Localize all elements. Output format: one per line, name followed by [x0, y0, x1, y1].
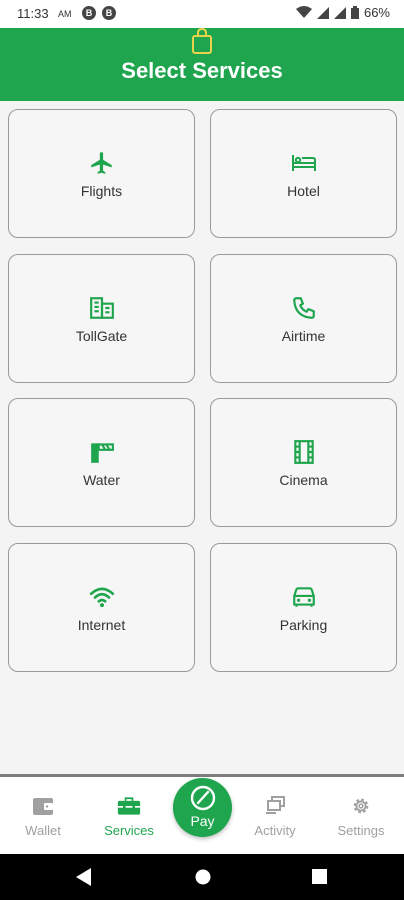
service-label: Parking [279, 617, 328, 633]
back-icon[interactable] [76, 868, 92, 886]
notification-badge-icon: B [102, 6, 116, 20]
status-indicators: 66% [295, 5, 390, 20]
service-label: TollGate [75, 328, 128, 344]
page-title: Select Services [121, 58, 283, 83]
cell-signal-icon [333, 6, 346, 19]
service-label: Hotel [287, 183, 320, 199]
hotel-bed-icon [291, 155, 316, 171]
service-tile-parking[interactable]: Parking [210, 543, 397, 672]
wifi-icon [89, 587, 114, 608]
service-tile-hotel[interactable]: Hotel [210, 109, 397, 238]
nav-item-settings[interactable]: Settings [321, 777, 401, 854]
car-icon [292, 587, 315, 607]
notification-badge-icon: B [82, 6, 96, 20]
nav-item-services[interactable]: Services [89, 777, 169, 854]
service-label: Water [83, 472, 120, 488]
app-header: Select Services [0, 28, 404, 101]
service-tile-flights[interactable]: Flights [8, 109, 195, 238]
film-icon [293, 440, 314, 464]
nav-label: Services [104, 823, 154, 838]
water-tap-icon [90, 443, 114, 463]
nav-label: Activity [254, 823, 296, 838]
phone-icon [292, 297, 315, 319]
service-tile-water[interactable]: Water [8, 398, 195, 527]
pay-button[interactable]: Pay [173, 778, 232, 837]
service-label: Cinema [279, 472, 328, 488]
service-tile-internet[interactable]: Internet [8, 543, 195, 672]
gear-icon [353, 798, 369, 814]
pay-label: Pay [190, 813, 215, 829]
system-nav-bar [0, 854, 404, 900]
airplane-icon [90, 152, 112, 174]
service-label: Flights [80, 183, 123, 199]
status-time: 11:33 [17, 6, 49, 21]
wallet-icon [33, 798, 53, 815]
home-icon[interactable] [195, 869, 211, 885]
service-tile-tollgate[interactable]: TollGate [8, 254, 195, 383]
service-tile-cinema[interactable]: Cinema [210, 398, 397, 527]
service-label: Airtime [281, 328, 326, 344]
wifi-signal-icon [295, 6, 312, 18]
shopping-bag-icon [192, 28, 212, 54]
recents-icon[interactable] [312, 869, 327, 884]
pay-gauge-icon [190, 785, 216, 811]
nav-label: Settings [337, 823, 385, 838]
status-ampm: AM [58, 9, 72, 19]
status-bar: 11:33 AM B B 66% [0, 0, 404, 28]
service-label: Internet [77, 617, 126, 633]
battery-percent: 66% [363, 5, 390, 20]
activity-icon [266, 796, 285, 814]
toll-building-icon [89, 297, 114, 319]
service-tile-airtime[interactable]: Airtime [210, 254, 397, 383]
toolbox-icon [117, 797, 141, 815]
nav-item-activity[interactable]: Activity [235, 777, 315, 854]
nav-item-wallet[interactable]: Wallet [3, 777, 83, 854]
battery-icon [350, 6, 359, 19]
cell-signal-icon [316, 6, 329, 19]
nav-label: Wallet [25, 823, 61, 838]
